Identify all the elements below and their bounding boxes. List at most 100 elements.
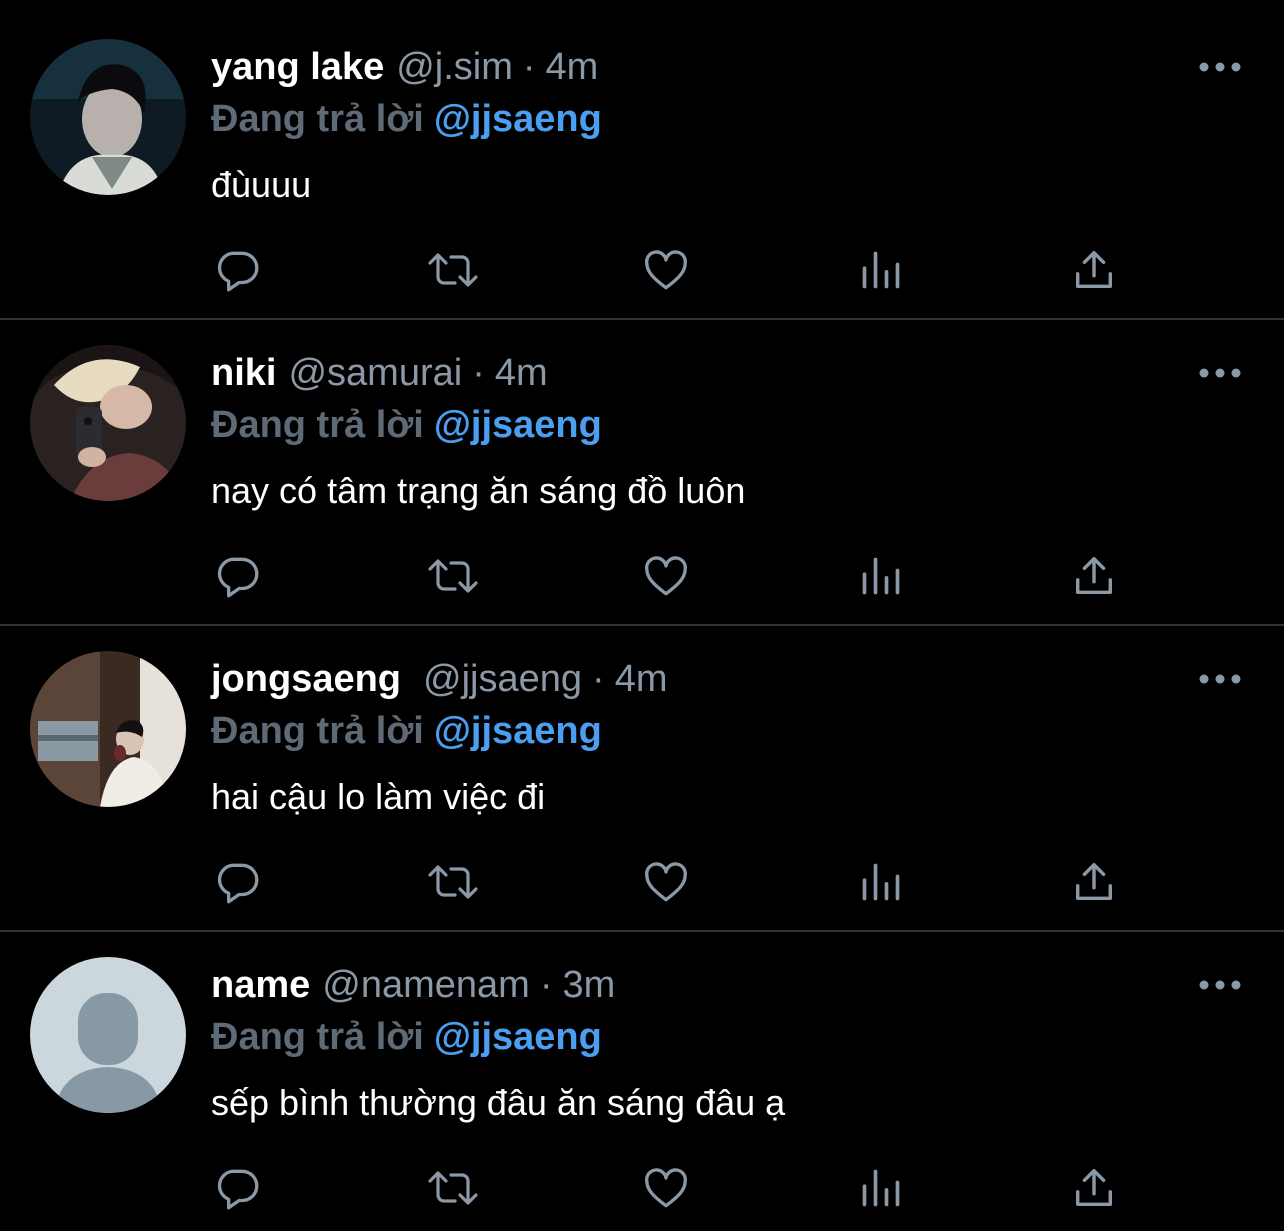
share-icon — [1075, 557, 1113, 595]
heart-icon — [645, 250, 687, 290]
reply-prefix: Đang trả lời — [211, 710, 424, 752]
avatar[interactable] — [30, 345, 186, 501]
replying-to: Đang trả lời @jjsaeng — [211, 96, 602, 142]
avatar[interactable] — [30, 957, 186, 1113]
share-icon — [1075, 1169, 1113, 1207]
share-icon — [1075, 863, 1113, 901]
retweet-button[interactable] — [423, 852, 483, 912]
reply-button[interactable] — [207, 546, 267, 606]
retweet-icon — [428, 865, 478, 899]
retweet-icon — [428, 1171, 478, 1205]
tweet-text: nay có tâm trạng ăn sáng đồ luôn — [211, 470, 746, 511]
retweet-button[interactable] — [423, 240, 483, 300]
reply-feed: yang lake @j.sim · 4m Đang trả lời @jjsaeng … — [0, 0, 1284, 1231]
display-name[interactable]: jongsaeng — [211, 658, 401, 700]
more-options-button[interactable] — [1196, 970, 1244, 1000]
tweet-text: sếp bình thường đâu ăn sáng đâu ạ — [211, 1082, 786, 1123]
photo-avatar-icon — [30, 651, 186, 807]
analytics-button[interactable] — [851, 1158, 911, 1218]
more-dots-icon — [1199, 980, 1241, 990]
reply-mention-link[interactable]: @jjsaeng — [434, 1016, 602, 1058]
photo-avatar-icon — [30, 345, 186, 501]
timestamp[interactable]: 4m — [546, 46, 599, 88]
reply-mention-link[interactable]: @jjsaeng — [434, 404, 602, 446]
user-handle[interactable]: @samurai — [288, 352, 462, 394]
retweet-icon — [428, 253, 478, 287]
replying-to: Đang trả lời @jjsaeng — [211, 402, 602, 448]
display-name[interactable]: yang lake — [211, 46, 384, 88]
heart-icon — [645, 1168, 687, 1208]
share-button[interactable] — [1064, 852, 1124, 912]
share-button[interactable] — [1064, 1158, 1124, 1218]
user-handle[interactable]: @j.sim — [396, 46, 513, 88]
reply-bubble-icon — [217, 557, 259, 598]
more-dots-icon — [1199, 674, 1241, 684]
like-button[interactable] — [636, 240, 696, 300]
analytics-button[interactable] — [851, 240, 911, 300]
reply-button[interactable] — [207, 240, 267, 300]
avatar[interactable] — [30, 651, 186, 807]
tweet[interactable]: yang lake @j.sim · 4m Đang trả lời @jjsaeng … — [0, 0, 1284, 306]
timestamp[interactable]: 4m — [495, 352, 548, 394]
separator-dot: · — [592, 658, 605, 700]
retweet-icon — [428, 559, 478, 593]
reply-prefix: Đang trả lời — [211, 404, 424, 446]
tweet-text: hai cậu lo làm việc đi — [211, 776, 546, 817]
retweet-button[interactable] — [423, 546, 483, 606]
tweet-header: niki @samurai · 4m — [211, 350, 548, 396]
reply-bubble-icon — [217, 251, 259, 292]
analytics-icon — [862, 557, 900, 595]
action-bar — [0, 852, 1284, 912]
action-bar — [0, 240, 1284, 300]
tweet-header: jongsaeng @jjsaeng · 4m — [211, 656, 667, 702]
tweet[interactable]: niki @samurai · 4m Đang trả lời @jjsaeng nay… — [0, 306, 1284, 612]
replying-to: Đang trả lời @jjsaeng — [211, 708, 602, 754]
more-options-button[interactable] — [1196, 664, 1244, 694]
like-button[interactable] — [636, 546, 696, 606]
analytics-icon — [862, 251, 900, 289]
user-handle[interactable]: @jjsaeng — [423, 658, 582, 700]
share-button[interactable] — [1064, 546, 1124, 606]
reply-mention-link[interactable]: @jjsaeng — [434, 710, 602, 752]
analytics-button[interactable] — [851, 546, 911, 606]
heart-icon — [645, 556, 687, 596]
reply-bubble-icon — [217, 863, 259, 904]
tweet-header: yang lake @j.sim · 4m — [211, 44, 598, 90]
retweet-button[interactable] — [423, 1158, 483, 1218]
user-handle[interactable]: @namenam — [322, 964, 530, 1006]
analytics-button[interactable] — [851, 852, 911, 912]
reply-button[interactable] — [207, 1158, 267, 1218]
action-bar — [0, 1158, 1284, 1218]
more-dots-icon — [1199, 62, 1241, 72]
share-button[interactable] — [1064, 240, 1124, 300]
display-name[interactable]: niki — [211, 352, 276, 394]
reply-mention-link[interactable]: @jjsaeng — [434, 98, 602, 140]
tweet[interactable]: jongsaeng @jjsaeng · 4m Đang trả lời @jjsaen… — [0, 612, 1284, 918]
like-button[interactable] — [636, 1158, 696, 1218]
share-icon — [1075, 251, 1113, 289]
photo-avatar-icon — [30, 39, 186, 195]
separator-dot: · — [522, 46, 536, 88]
default-avatar-icon — [30, 957, 186, 1113]
tweet[interactable]: name @namenam · 3m Đang trả lời @jjsaeng sếp… — [0, 918, 1284, 1224]
reply-button[interactable] — [207, 852, 267, 912]
reply-prefix: Đang trả lời — [211, 1016, 424, 1058]
replying-to: Đang trả lời @jjsaeng — [211, 1014, 602, 1060]
heart-icon — [645, 862, 687, 902]
timestamp[interactable]: 3m — [563, 964, 616, 1006]
display-name[interactable]: name — [211, 964, 310, 1006]
more-options-button[interactable] — [1196, 52, 1244, 82]
more-options-button[interactable] — [1196, 358, 1244, 388]
timestamp[interactable]: 4m — [615, 658, 668, 700]
avatar[interactable] — [30, 39, 186, 195]
separator-dot: · — [472, 352, 485, 394]
analytics-icon — [862, 863, 900, 901]
action-bar — [0, 546, 1284, 606]
reply-bubble-icon — [217, 1169, 259, 1210]
tweet-text: đùuuu — [211, 164, 312, 205]
separator-dot: · — [539, 964, 553, 1006]
like-button[interactable] — [636, 852, 696, 912]
more-dots-icon — [1199, 368, 1241, 378]
analytics-icon — [862, 1169, 900, 1207]
tweet-header: name @namenam · 3m — [211, 962, 615, 1008]
